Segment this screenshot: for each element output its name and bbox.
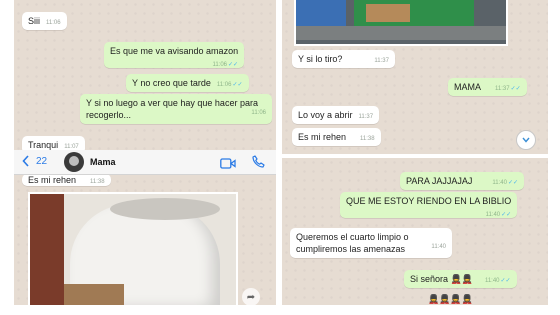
- message-text: Es mi rehen: [298, 132, 347, 142]
- message-text: PARA JAJJAJAJ: [406, 176, 473, 186]
- message-text: QUE ME ESTOY RIENDO EN LA BIBLIO: [346, 196, 512, 206]
- photo-region: [296, 0, 346, 26]
- emoji-message[interactable]: 💂💂💂💂: [422, 290, 479, 305]
- video-call-button[interactable]: [220, 156, 236, 174]
- message-bubble-incoming[interactable]: Queremos el cuarto limpio o cumpliremos …: [290, 228, 452, 258]
- read-ticks-icon: ✓✓: [232, 82, 243, 88]
- message-time: 11:38: [90, 179, 105, 185]
- message-bubble-outgoing[interactable]: QUE ME ESTOY RIENDO EN LA BIBLIO 11:40✓✓: [340, 192, 518, 218]
- message-bubble-outgoing[interactable]: PARA JAJJAJAJ 11:40✓✓: [400, 172, 524, 190]
- message-text: Siii: [28, 16, 41, 26]
- message-bubble-outgoing[interactable]: Y si no luego a ver que hay que hacer pa…: [80, 94, 272, 124]
- share-button[interactable]: ➦: [242, 288, 260, 305]
- message-bubble-incoming[interactable]: Es mi rehen 11:38: [22, 174, 111, 186]
- read-ticks-icon: ✓✓: [500, 278, 511, 284]
- back-button[interactable]: [22, 155, 29, 170]
- message-bubble-outgoing[interactable]: Si señora 💂💂 11:40✓✓: [404, 270, 517, 288]
- message-text: Lo voy a abrir: [298, 110, 353, 120]
- message-text: Es que me va avisando amazon: [110, 46, 239, 56]
- message-bubble-incoming[interactable]: Es mi rehen 11:38: [292, 128, 381, 146]
- chat-header: 22 Mama: [14, 150, 276, 175]
- read-ticks-icon: ✓✓: [507, 180, 518, 186]
- message-bubble-incoming[interactable]: Y si lo tiro? 11:37: [292, 50, 395, 68]
- message-bubble-outgoing[interactable]: Y no creo que tarde 11:06✓✓: [126, 74, 249, 92]
- voice-call-button[interactable]: [252, 155, 265, 173]
- chat-panel-1: Siii 11:06 Es que me va avisando amazon 1…: [14, 0, 276, 158]
- message-time: 11:06: [212, 62, 228, 68]
- share-icon: ➦: [246, 291, 256, 303]
- chevron-down-icon: [522, 137, 530, 143]
- message-bubble-outgoing[interactable]: MAMA 11:37✓✓: [448, 78, 527, 96]
- message-time: 11:37: [374, 58, 389, 64]
- avatar[interactable]: [64, 152, 84, 172]
- message-text: Tranqui: [28, 140, 59, 150]
- message-time: 11:06: [216, 82, 232, 88]
- photo-message[interactable]: [28, 192, 238, 305]
- message-text: MAMA: [454, 82, 481, 92]
- message-text: Si señora 💂💂: [410, 274, 473, 284]
- photo-message[interactable]: [294, 0, 508, 46]
- message-bubble-incoming[interactable]: Lo voy a abrir 11:37: [292, 106, 380, 124]
- photo-region: [296, 26, 506, 40]
- photo-region: [110, 198, 220, 220]
- message-text: Y si no luego a ver que hay que hacer pa…: [86, 98, 258, 120]
- message-time: 11:40: [431, 244, 446, 250]
- read-ticks-icon: ✓✓: [510, 86, 521, 92]
- photo-region: [30, 194, 64, 305]
- contact-name[interactable]: Mama: [90, 157, 116, 167]
- message-bubble-outgoing[interactable]: Es que me va avisando amazon 11:06✓✓: [104, 42, 245, 68]
- message-text: Es mi rehen: [28, 175, 77, 185]
- message-time: 11:37: [495, 86, 510, 92]
- panel-divider: [282, 154, 548, 158]
- message-time: 11:37: [358, 114, 374, 120]
- read-ticks-icon: ✓✓: [501, 212, 512, 218]
- message-text: Queremos el cuarto limpio o cumpliremos …: [296, 232, 409, 254]
- message-text: Y si lo tiro?: [298, 54, 343, 64]
- message-text: Y no creo que tarde: [132, 78, 211, 88]
- video-camera-icon: [220, 158, 236, 169]
- photo-region: [64, 284, 124, 305]
- read-ticks-icon: ✓✓: [228, 62, 239, 68]
- message-time: 11:40: [492, 180, 507, 186]
- message-time: 11:40: [485, 212, 501, 218]
- photo-region: [366, 4, 410, 22]
- message-time: 11:38: [360, 136, 375, 142]
- message-time: 11:06: [251, 110, 266, 116]
- scroll-to-bottom-button[interactable]: [516, 130, 536, 150]
- unread-count[interactable]: 22: [36, 156, 47, 167]
- message-time: 11:06: [46, 20, 61, 26]
- phone-icon: [252, 155, 265, 168]
- chat-panel-4: PARA JAJJAJAJ 11:40✓✓ QUE ME ESTOY RIENDO…: [282, 158, 548, 305]
- message-bubble-incoming[interactable]: Siii 11:06: [22, 12, 67, 30]
- screenshot-collage: Siii 11:06 Es que me va avisando amazon 1…: [0, 0, 560, 315]
- chat-panel-2: Y si lo tiro? 11:37 MAMA 11:37✓✓ Lo voy a …: [282, 0, 548, 158]
- message-text: 💂💂💂💂: [428, 294, 473, 304]
- panel-divider: [276, 0, 282, 305]
- chevron-left-icon: [22, 155, 29, 167]
- message-time: 11:40: [484, 278, 500, 284]
